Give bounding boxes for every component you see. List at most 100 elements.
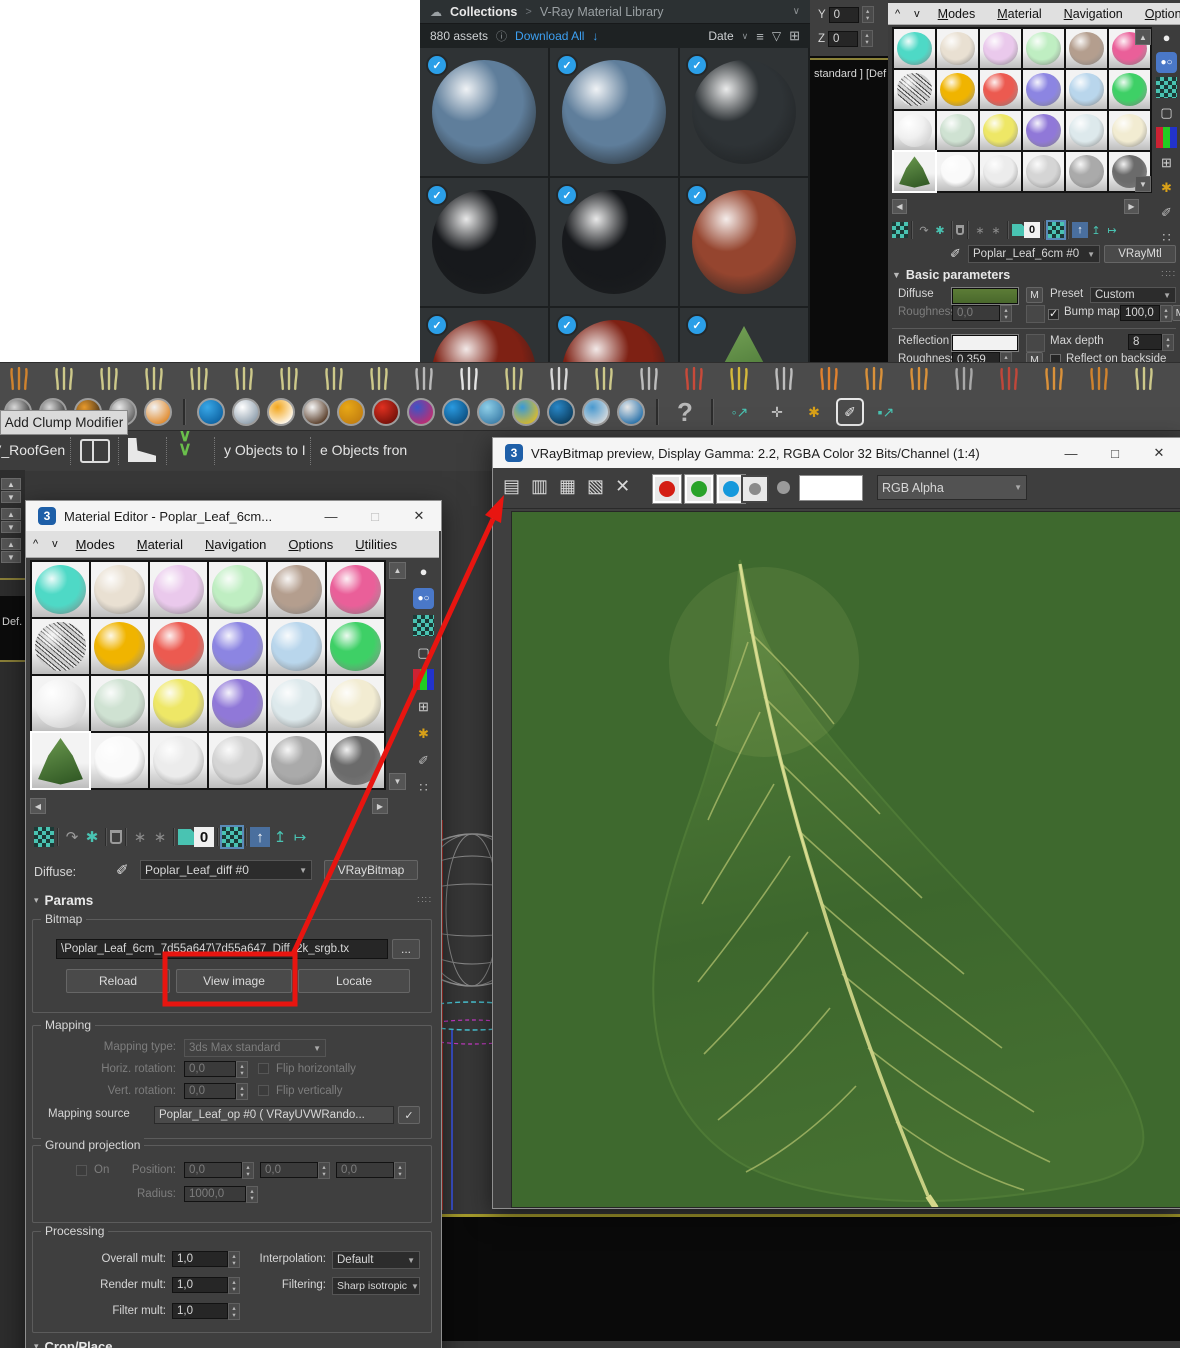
selected-check-badge[interactable]: ✓ [686,314,708,336]
menu-item-v[interactable]: v [907,8,927,20]
spinner-up-button[interactable]: ▲ [1,478,21,490]
scroll-down-button[interactable]: ▼ [389,773,406,790]
make-unique-icon[interactable]: ✱ [82,827,102,847]
dice-scatter-icon[interactable] [454,365,484,392]
bitmap-path-field[interactable]: \Poplar_Leaf_6cm_7d55a647\7d55a647_Diff_… [56,939,388,959]
whirlpool-icon[interactable] [442,398,470,426]
maximize-button[interactable]: □ [1093,438,1137,468]
grass-arrow-right-icon[interactable] [319,365,349,392]
scroll-down-button[interactable]: ▼ [1135,176,1151,192]
spinner-up-button[interactable]: ▲ [1,538,21,550]
filter-icon[interactable]: ▽ [772,29,781,43]
clone-window-icon[interactable]: ▦ [559,476,576,497]
eyedropper-icon[interactable]: ✐ [116,861,129,879]
plant-drop-icon[interactable] [499,365,529,392]
slot-dark-gray[interactable] [327,733,384,788]
twig-tree-icon[interactable] [1129,365,1159,392]
weave-grid-icon[interactable] [724,365,754,392]
material-id-icon[interactable]: 0 [1024,222,1040,238]
slot-mint-green[interactable] [1023,29,1064,68]
grid-view-icon[interactable]: ⊞ [789,28,800,44]
slot-cream[interactable] [327,676,384,731]
y-axis-field[interactable]: 0 [828,6,859,23]
copy-image-icon[interactable]: ▥ [531,476,548,497]
green-channel-button[interactable] [684,474,714,504]
lake-sun-icon[interactable] [512,398,540,426]
roughness-map-slot[interactable] [1026,305,1045,323]
slot-light-gray[interactable] [1023,152,1064,191]
menu-item-modes[interactable]: Modes [927,7,987,21]
transform-widgets-icon[interactable]: ▪↗ [871,397,901,427]
crop-place-rollout-header[interactable]: ▾ Crop/Place [34,1339,112,1348]
pick-material-icon[interactable]: ✐ [1156,202,1177,223]
spinner-down-button[interactable]: ▼ [1,521,21,533]
grass-clump-icon[interactable] [94,365,124,392]
render-mult-field[interactable]: 1,0 [172,1277,228,1293]
red-stem-arrow-icon[interactable] [679,365,709,392]
options-icon[interactable]: ✱ [1156,177,1177,198]
preview-titlebar[interactable]: 3 VRayBitmap preview, Display Gamma: 2.2… [493,438,1180,468]
slot-yellow-gold[interactable] [91,619,148,674]
gizmo-compass-icon[interactable]: ✛ [762,397,792,427]
scroll-left-button[interactable]: ◀ [892,199,907,214]
grass-tall-icon[interactable] [49,365,79,392]
cornice-generator-icon[interactable] [128,438,156,462]
broken-stem-icon[interactable] [1084,365,1114,392]
slot-beige[interactable] [91,562,148,617]
go-to-parent-icon[interactable]: ↑ [250,827,270,847]
put-to-library-icon[interactable]: ↷ [62,827,82,847]
alpha-channel-button[interactable] [741,475,769,503]
background-checker-icon[interactable] [413,615,434,636]
go-up-level-icon[interactable]: ↥ [1088,222,1104,238]
color-check-icon[interactable] [413,669,434,690]
stem-panel-icon[interactable] [589,365,619,392]
filter-mult-spinner[interactable] [228,1303,240,1320]
vert-rotation-spinner[interactable] [236,1083,248,1100]
chevron-down-icon[interactable]: ∨ [793,6,800,17]
menu-item-utilities[interactable]: Utilities [344,537,408,552]
filter-mult-field[interactable]: 1,0 [172,1303,228,1319]
max-depth-spinner[interactable] [1162,334,1174,351]
options-icon[interactable]: ✱ [413,723,434,744]
library-tile-black-glossy[interactable]: ✓ [420,178,548,306]
press-down-icon[interactable] [949,365,979,392]
slot-red[interactable] [980,70,1021,109]
menu-item-material[interactable]: Material [986,7,1052,21]
library-tile-steel-blue-glossy[interactable]: ✓ [420,48,548,176]
caterpillar-icon[interactable] [814,365,844,392]
list-view-icon[interactable]: ≡ [756,29,764,44]
slot-green[interactable] [1109,70,1150,109]
selected-check-badge[interactable]: ✓ [556,314,578,336]
position-x-spinner[interactable] [242,1162,254,1179]
scroll-left-button[interactable]: ◀ [30,798,46,814]
interpolation-dropdown[interactable]: Default ▼ [332,1251,420,1269]
make-unique-icon[interactable]: ✱ [932,222,948,238]
radius-field[interactable]: 1000,0 [184,1186,246,1202]
slot-glass[interactable] [894,111,935,150]
reload-button[interactable]: Reload [66,969,170,993]
refl-roughness-map-button[interactable]: M [1026,352,1043,362]
slot-offwhite[interactable] [150,733,207,788]
background-toggle-icon[interactable] [1046,220,1066,240]
slot-pale-mint[interactable] [937,111,978,150]
window-generator-icon[interactable] [80,439,110,463]
red-bundle-icon[interactable] [994,365,1024,392]
selected-check-badge[interactable]: ✓ [556,184,578,206]
water-net-icon[interactable] [582,398,610,426]
slot-purple[interactable] [1023,111,1064,150]
download-icon[interactable]: ↓ [592,29,598,43]
waterfall-icon[interactable] [477,398,505,426]
slot-glass[interactable] [32,676,89,731]
beer-mug-icon[interactable] [267,398,295,426]
make-preview-icon[interactable]: ⊞ [1156,152,1177,173]
flip-horizontal-checkbox[interactable] [258,1063,269,1074]
slot-lilac[interactable] [980,29,1021,68]
position-y-spinner[interactable] [318,1162,330,1179]
slot-poplar-leaf[interactable] [892,150,937,193]
paint-app-icon[interactable] [407,398,435,426]
bundle-arrow-icon[interactable] [1039,365,1069,392]
preset-dropdown[interactable]: Custom ▼ [1090,287,1176,303]
menu-item-options[interactable]: Options [277,537,344,552]
go-to-sibling-icon[interactable]: ↦ [290,827,310,847]
roughness-field[interactable]: 0,0 [952,305,1000,321]
